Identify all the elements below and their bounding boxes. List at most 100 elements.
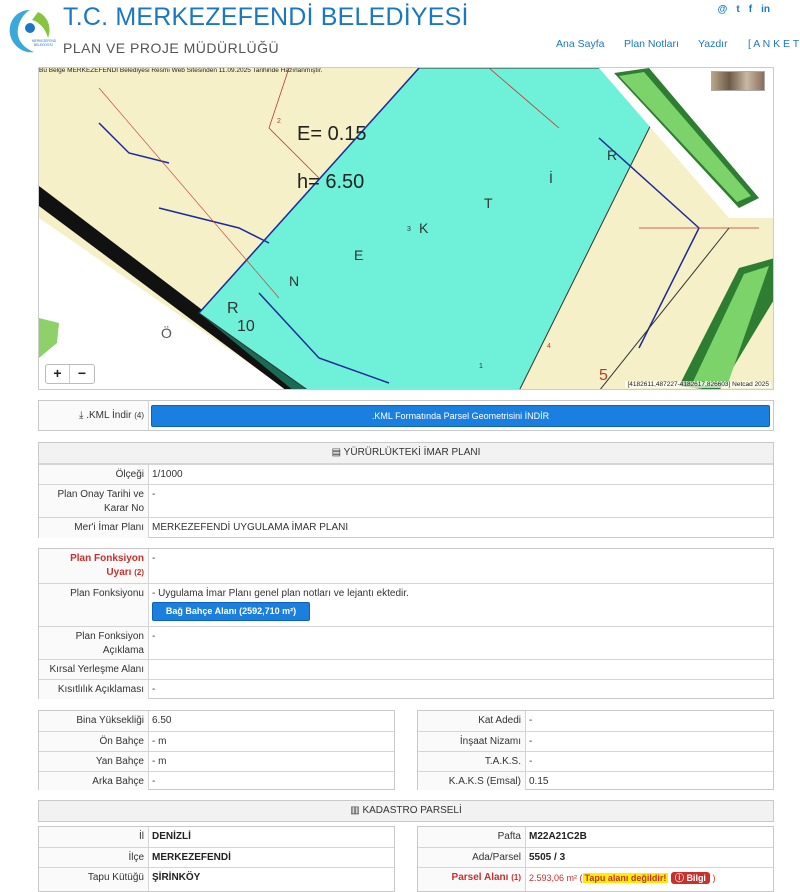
municipality-logo[interactable]: MERKEZEFENDİ BELEDİYESİ (4, 6, 56, 56)
map-road-letter: N (289, 273, 299, 289)
map-height-text: h= 6.50 (297, 171, 364, 193)
row-label: Mer'i İmar Planı (39, 518, 149, 538)
map-canvas[interactable]: E= 0.15 h= 6.50 N E K T İ R R 10 Ö 5 2 3… (39, 68, 774, 390)
table-row: Ön Bahçe - m (39, 731, 394, 751)
row-label: Tapu Kütüğü (39, 868, 149, 891)
row-label: Plan Onay Tarihi ve Karar No (39, 485, 149, 517)
row-label: T.A.K.S. (418, 752, 526, 771)
table-row: Plan Onay Tarihi ve Karar No - (39, 484, 773, 517)
row-value: - m (152, 736, 167, 747)
row-label: Pafta (418, 827, 526, 847)
twitter-icon[interactable]: t (736, 4, 739, 15)
document-icon: ▤ (331, 447, 342, 458)
building-params-left: Bina Yüksekliği 6.50 Ön Bahçe - m Yan Ba… (38, 710, 395, 790)
row-value: 5505 / 3 (529, 852, 566, 863)
row-value: - (152, 631, 156, 642)
facebook-icon[interactable]: f (749, 4, 752, 15)
map-road-letter: İ (549, 169, 553, 186)
table-row: Tapu Kütüğü ŞİRİNKÖY (39, 867, 394, 891)
parcel-area-value: 2.593,06 m² (529, 873, 578, 883)
row-label: Plan Fonksiyon Uyarı (2) (39, 549, 149, 583)
table-row: İl DENİZLİ (39, 827, 394, 847)
row-label: Parsel Alanı (1) (418, 868, 526, 891)
zoom-out-button[interactable]: − (70, 365, 94, 383)
linkedin-icon[interactable]: in (761, 4, 770, 15)
row-label: Ölçeği (39, 465, 149, 484)
row-value (149, 660, 773, 679)
table-row: Pafta M22A21C2B (418, 827, 773, 847)
map-emsal-text: E= 0.15 (297, 123, 367, 145)
map-road-letter: K (419, 220, 429, 236)
row-label: Kırsal Yerleşme Alanı (39, 660, 149, 679)
map-road-letter: R (607, 147, 617, 163)
row-value: - (529, 756, 533, 767)
map-label: 1 (479, 363, 483, 370)
row-value: M22A21C2B (529, 831, 587, 842)
nav-ana-sayfa[interactable]: Ana Sayfa (556, 38, 604, 50)
table-row: İlçe MERKEZEFENDİ (39, 847, 394, 867)
svg-text:BELEDİYESİ: BELEDİYESİ (34, 42, 53, 47)
row-value: DENİZLİ (152, 831, 191, 842)
map-road-letter: R (227, 300, 239, 317)
zoom-in-button[interactable]: + (46, 365, 70, 383)
email-icon[interactable]: @ (718, 4, 728, 15)
row-label: K.A.K.S (Emsal) (418, 772, 526, 790)
plan-note: - Uygulama İmar Planı genel plan notları… (152, 588, 409, 599)
kml-download-button[interactable]: .KML Formatında Parsel Geometrisini İNDİ… (151, 405, 770, 427)
table-row: Ada/Parsel 5505 / 3 (418, 847, 773, 867)
row-value: - m (152, 756, 167, 767)
parcel-map[interactable]: E= 0.15 h= 6.50 N E K T İ R R 10 Ö 5 2 3… (38, 67, 774, 390)
table-row: Kısıtlılık Açıklaması - (39, 679, 773, 699)
row-value: ŞİRİNKÖY (152, 872, 201, 883)
download-icon: ⤓ (79, 410, 84, 421)
table-row: Bina Yüksekliği 6.50 (39, 711, 394, 731)
row-label: Bina Yüksekliği (39, 711, 149, 731)
row-label: Kat Adedi (418, 711, 526, 731)
table-row: Plan Fonksiyon Uyarı (2) - (39, 549, 773, 583)
map-road-letter: Ö (161, 324, 172, 341)
nav-plan-notlari[interactable]: Plan Notları (624, 38, 679, 50)
table-row: Plan Fonksiyonu - Uygulama İmar Planı ge… (39, 583, 773, 626)
row-label: Arka Bahçe (39, 772, 149, 790)
row-label: İl (39, 827, 149, 847)
row-value: 6.50 (152, 715, 172, 726)
title-deed-warning: Tapu alanı değildir! (582, 873, 669, 883)
nav-anket[interactable]: [ A N K E T (748, 38, 799, 50)
cadastre-right: Pafta M22A21C2B Ada/Parsel 5505 / 3 Pars… (417, 826, 774, 892)
kml-section: ⤓ .KML İndir (4) .KML Formatında Parsel … (38, 400, 774, 431)
page-header: MERKEZEFENDİ BELEDİYESİ T.C. MERKEZEFEND… (0, 0, 800, 66)
map-credit: [4182611,487227-4182617,826603] Netcad 2… (625, 381, 771, 388)
row-value: - (152, 489, 156, 500)
site-subtitle: PLAN VE PROJE MÜDÜRLÜĞÜ (63, 40, 280, 56)
table-row: Mer'i İmar Planı MERKEZEFENDİ UYGULAMA İ… (39, 517, 773, 538)
section-heading: ▥ KADASTRO PARSELİ (39, 801, 773, 821)
row-value: - (529, 715, 533, 726)
map-road-width: 5 (599, 367, 608, 384)
table-row: Kırsal Yerleşme Alanı (39, 659, 773, 679)
map-road-letter: T (484, 195, 493, 211)
row-label: Plan Fonksiyon Açıklama (39, 627, 149, 659)
row-label: Kısıtlılık Açıklaması (39, 680, 149, 699)
table-row: Parsel Alanı (1) 2.593,06 m² (Tapu alanı… (418, 867, 773, 891)
table-row: İnşaat Nizamı - (418, 731, 773, 751)
basemap-thumbnail[interactable] (711, 71, 765, 91)
function-area-button[interactable]: Bağ Bahçe Alanı (2592,710 m²) (152, 602, 310, 621)
table-row: Ölçeği 1/1000 (39, 464, 773, 484)
row-label: Plan Fonksiyonu (39, 584, 149, 626)
nav-yazdir[interactable]: Yazdır (698, 38, 728, 50)
row-value: MERKEZEFENDİ UYGULAMA İMAR PLANI (152, 522, 349, 533)
row-value: 0.15 (529, 776, 549, 787)
row-value: - (152, 776, 156, 787)
cadastre-left: İl DENİZLİ İlçe MERKEZEFENDİ Tapu Kütüğü… (38, 826, 395, 892)
social-links: @ t f in (718, 4, 770, 15)
table-row: Kat Adedi - (418, 711, 773, 731)
row-value: - (529, 736, 533, 747)
cadastre-section: ▥ KADASTRO PARSELİ (38, 800, 774, 822)
table-row: Plan Fonksiyon Açıklama - (39, 626, 773, 659)
info-button[interactable]: ⓘ Bilgi (670, 872, 710, 884)
plan-function-section: Plan Fonksiyon Uyarı (2) - Plan Fonksiyo… (38, 548, 774, 699)
row-label: Ada/Parsel (418, 848, 526, 867)
map-document-note: Bu Belge MERKEZEFENDİ Belediyesi Resmi W… (39, 67, 323, 74)
row-label: Yan Bahçe (39, 752, 149, 771)
info-icon: ⓘ (674, 873, 684, 883)
